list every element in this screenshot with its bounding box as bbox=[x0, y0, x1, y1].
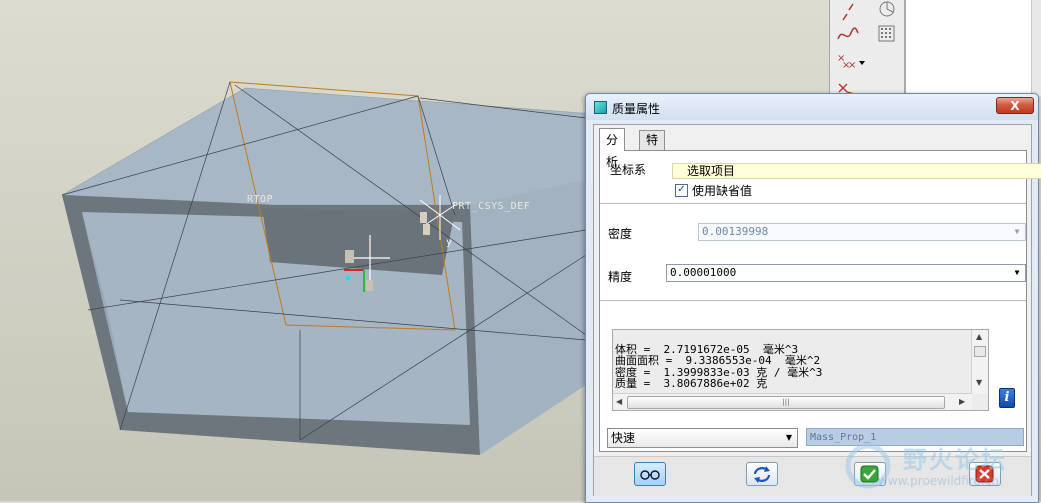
results-textbox[interactable]: 体积 = 2.7191672e-05 毫米^3 曲面面积 = 9.3386553… bbox=[612, 329, 989, 411]
ok-button[interactable] bbox=[854, 462, 886, 486]
checkmark-icon bbox=[860, 465, 879, 483]
grid-table-icon[interactable] bbox=[874, 23, 900, 45]
csys-y-axis-label: y bbox=[446, 237, 453, 248]
density-field[interactable]: 0.00139998 ▼ bbox=[698, 223, 1026, 241]
navigator-panel bbox=[905, 0, 1041, 96]
csys-x-tag bbox=[420, 212, 427, 223]
scroll-down-icon[interactable]: ▼ bbox=[976, 378, 982, 387]
dialog-body: 分析 特征 坐标系 选取项目 ✓ 使用缺省值 密度 0.00139998 ▼ 精… bbox=[593, 124, 1041, 496]
datum-label-top: RTOP bbox=[247, 194, 274, 205]
sketch-line-icon[interactable] bbox=[835, 0, 861, 22]
results-horizontal-scrollbar[interactable]: ◀ ||| ▶ bbox=[613, 393, 972, 410]
dialog-title: 质量属性 bbox=[612, 102, 661, 116]
datum-point-icon[interactable]: × × × bbox=[835, 51, 865, 73]
recalculate-button[interactable] bbox=[746, 462, 778, 486]
analysis-panel: 坐标系 选取项目 ✓ 使用缺省值 密度 0.00139998 ▼ 精度 0.00… bbox=[599, 150, 1041, 452]
csys-label: PRT_CSYS_DEF bbox=[452, 201, 531, 212]
scroll-thumb[interactable]: ||| bbox=[627, 396, 945, 409]
coordinate-system-collector[interactable]: 选取项目 bbox=[672, 163, 1041, 179]
precision-dropdown[interactable]: 0.00001000 ▼ bbox=[666, 264, 1026, 282]
scroll-thumb[interactable] bbox=[974, 346, 986, 357]
curve-icon[interactable] bbox=[835, 23, 861, 45]
tab-feature[interactable]: 特征 bbox=[639, 130, 666, 166]
info-icon[interactable]: i bbox=[999, 388, 1015, 408]
preview-button[interactable] bbox=[634, 462, 666, 486]
results-vertical-scrollbar[interactable]: ▲ ▼ bbox=[971, 330, 988, 394]
chevron-down-icon: ▼ bbox=[1014, 268, 1020, 277]
dialog-app-icon bbox=[594, 101, 607, 114]
close-button[interactable]: X bbox=[996, 97, 1034, 114]
chevron-down-icon: ▼ bbox=[785, 433, 793, 442]
datum-toolbar: × × × bbox=[829, 0, 905, 96]
mass-properties-dialog: 质量属性 X 分析 特征 坐标系 选取项目 ✓ 使用缺省值 密度 0.00139… bbox=[585, 93, 1041, 503]
glasses-icon bbox=[640, 470, 660, 480]
scroll-left-icon[interactable]: ◀ bbox=[616, 397, 622, 406]
panel-scrollbar[interactable] bbox=[1031, 0, 1041, 96]
csys-z-tag bbox=[423, 224, 430, 235]
scroll-right-icon[interactable]: ▶ bbox=[959, 397, 965, 406]
separator bbox=[600, 203, 1026, 204]
svg-text:×: × bbox=[848, 60, 856, 71]
x-icon bbox=[975, 465, 994, 483]
dialog-footer bbox=[594, 456, 1031, 496]
chevron-down-icon: ▼ bbox=[1014, 227, 1020, 236]
scroll-up-icon[interactable]: ▲ bbox=[976, 332, 982, 341]
results-text: 体积 = 2.7191672e-05 毫米^3 曲面面积 = 9.3386553… bbox=[615, 332, 822, 390]
cancel-button[interactable] bbox=[969, 462, 1001, 486]
analysis-name-field[interactable]: Mass_Prop_1 bbox=[806, 428, 1024, 446]
density-label: 密度 bbox=[608, 227, 633, 241]
separator bbox=[600, 300, 1026, 301]
solid-right-face bbox=[470, 180, 586, 455]
datum-analysis-icon[interactable] bbox=[874, 0, 900, 22]
result-mass: 质量 = 3.8067886e+02 克 bbox=[615, 377, 768, 390]
tab-analysis[interactable]: 分析 bbox=[599, 128, 626, 169]
recalculate-icon bbox=[753, 466, 771, 483]
precision-value: 0.00001000 bbox=[670, 266, 737, 279]
use-default-checkbox[interactable]: ✓ bbox=[675, 184, 688, 197]
density-value: 0.00139998 bbox=[702, 225, 769, 238]
analysis-mode-dropdown[interactable]: 快速 ▼ bbox=[607, 428, 798, 448]
analysis-mode-value: 快速 bbox=[611, 431, 636, 445]
dialog-titlebar[interactable]: 质量属性 X bbox=[586, 94, 1038, 120]
precision-label: 精度 bbox=[608, 270, 633, 284]
use-default-label: 使用缺省值 bbox=[692, 184, 753, 198]
